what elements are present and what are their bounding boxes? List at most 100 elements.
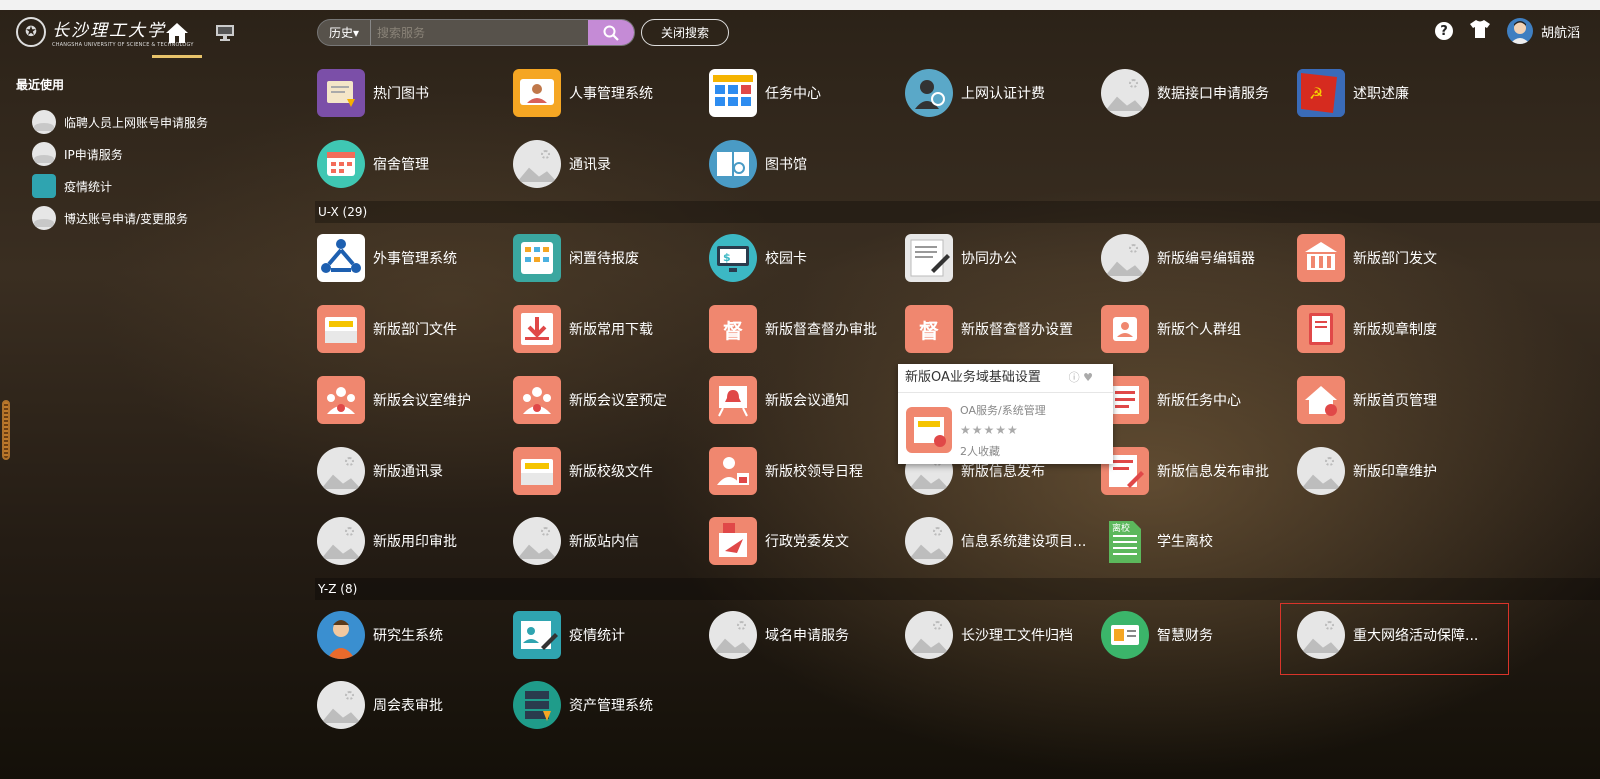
- app-tile[interactable]: 行政党委发文: [709, 517, 899, 565]
- monitor-icon: [216, 24, 234, 41]
- placeholder-image-icon: [709, 611, 757, 659]
- app-label: 新版首页管理: [1353, 393, 1437, 409]
- party-dispatch-icon: [709, 517, 757, 565]
- app-label: 数据接口申请服务: [1157, 86, 1269, 102]
- app-tile[interactable]: 闲置待报废: [513, 234, 703, 282]
- app-label: 新版部门发文: [1353, 251, 1437, 267]
- student-leave-icon: 离校: [1101, 517, 1149, 565]
- app-label: 外事管理系统: [373, 251, 457, 267]
- idle-list-icon: [513, 234, 561, 282]
- app-label: 长沙理工文件归档: [961, 628, 1073, 644]
- home-nav-button[interactable]: [152, 10, 202, 58]
- search-bar: 历史▾: [317, 19, 635, 46]
- username[interactable]: 胡航滔: [1541, 22, 1580, 41]
- app-tile[interactable]: 离校 学生离校: [1101, 517, 1291, 565]
- placeholder-image-icon: [317, 517, 365, 565]
- app-label: 新版会议室维护: [373, 393, 471, 409]
- recent-item-label: IP申请服务: [64, 147, 123, 162]
- heart-icon[interactable]: ♥: [1083, 371, 1093, 384]
- supervision-settings-icon: 督: [905, 305, 953, 353]
- app-tooltip: 新版OA业务域基础设置 ⓘ ♥ OA服务/系统管理 ★★★★★ 2人收藏: [898, 364, 1113, 464]
- app-tile[interactable]: 智慧财务: [1101, 611, 1291, 659]
- close-search-button[interactable]: 关闭搜索: [641, 19, 729, 46]
- app-label: 上网认证计费: [961, 86, 1045, 102]
- theme-shirt-icon[interactable]: [1469, 19, 1491, 43]
- app-tile[interactable]: 新版校级文件: [513, 447, 703, 495]
- desktop-nav-button[interactable]: [210, 10, 240, 55]
- foreign-affairs-icon: [317, 234, 365, 282]
- app-tile[interactable]: 新版会议室预定: [513, 376, 703, 424]
- library-icon: [709, 140, 757, 188]
- app-tile[interactable]: 新版通讯录: [317, 447, 507, 495]
- section-header-yz: Y-Z (8): [315, 578, 1600, 600]
- app-tile[interactable]: 新版部门文件: [317, 305, 507, 353]
- rating-stars[interactable]: ★★★★★: [960, 423, 1019, 437]
- search-icon: [603, 25, 619, 41]
- recent-item-label: 临聘人员上网账号申请服务: [64, 115, 209, 130]
- user-avatar[interactable]: [1506, 18, 1533, 44]
- app-tile[interactable]: 研究生系统: [317, 611, 507, 659]
- homepage-manage-icon: [1297, 376, 1345, 424]
- search-input[interactable]: [371, 20, 588, 45]
- app-tile[interactable]: 新版个人群组: [1101, 305, 1291, 353]
- app-tile[interactable]: 新版任务中心: [1101, 376, 1291, 424]
- app-tile[interactable]: 新版站内信: [513, 517, 703, 565]
- app-tile[interactable]: 新版会议室维护: [317, 376, 507, 424]
- app-tile[interactable]: 宿舍管理: [317, 140, 507, 188]
- app-tile[interactable]: 人事管理系统: [513, 69, 703, 117]
- app-tile[interactable]: 协同办公: [905, 234, 1095, 282]
- app-label: 热门图书: [373, 86, 429, 102]
- help-icon[interactable]: ?: [1434, 22, 1453, 40]
- placeholder-image-icon: [1101, 234, 1149, 282]
- recent-item[interactable]: 疫情统计: [32, 170, 208, 202]
- calendar-icon: [317, 140, 365, 188]
- app-tile[interactable]: 热门图书: [317, 69, 507, 117]
- app-tile[interactable]: 资产管理系统: [513, 681, 703, 729]
- meeting-room-book-icon: [513, 376, 561, 424]
- app-tile[interactable]: $ 校园卡: [709, 234, 899, 282]
- app-tile[interactable]: 新版印章维护: [1297, 447, 1487, 495]
- app-tile[interactable]: 任务中心: [709, 69, 899, 117]
- app-tile[interactable]: 新版首页管理: [1297, 376, 1487, 424]
- search-button[interactable]: [588, 20, 634, 45]
- app-tile[interactable]: 新版校领导日程: [709, 447, 899, 495]
- app-tile[interactable]: 新版会议通知: [709, 376, 899, 424]
- app-tile[interactable]: 新版部门发文: [1297, 234, 1487, 282]
- app-tile[interactable]: 图书馆: [709, 140, 899, 188]
- recent-item[interactable]: IP申请服务: [32, 138, 208, 170]
- app-tile[interactable]: 新版常用下载: [513, 305, 703, 353]
- recent-item[interactable]: 临聘人员上网账号申请服务: [32, 106, 208, 138]
- app-label: 学生离校: [1157, 534, 1213, 550]
- app-tile[interactable]: 新版用印审批: [317, 517, 507, 565]
- app-tile[interactable]: 数据接口申请服务: [1101, 69, 1291, 117]
- app-tile[interactable]: 新版规章制度: [1297, 305, 1487, 353]
- oa-settings-icon: [906, 407, 952, 453]
- app-tile[interactable]: 信息系统建设项目...: [905, 517, 1095, 565]
- tooltip-title-bar: 新版OA业务域基础设置 ⓘ ♥: [898, 364, 1113, 393]
- app-tile[interactable]: 通讯录: [513, 140, 703, 188]
- app-tile[interactable]: 新版编号编辑器: [1101, 234, 1291, 282]
- app-label: 信息系统建设项目...: [961, 534, 1087, 550]
- app-tile[interactable]: 疫情统计: [513, 611, 703, 659]
- svg-text:☭: ☭: [1309, 84, 1323, 103]
- recent-item[interactable]: 博达账号申请/变更服务: [32, 202, 208, 234]
- app-tile[interactable]: 督 新版督查督办设置: [905, 305, 1095, 353]
- left-scroll-handle[interactable]: [2, 400, 10, 460]
- app-label: 新版会议通知: [765, 393, 849, 409]
- placeholder-image-icon: [317, 681, 365, 729]
- recent-item-label: 疫情统计: [64, 179, 113, 194]
- app-tile[interactable]: 督 新版督查督办审批: [709, 305, 899, 353]
- info-icon[interactable]: ⓘ: [1069, 371, 1080, 384]
- app-tile[interactable]: 外事管理系统: [317, 234, 507, 282]
- app-label: 新版督查督办审批: [765, 322, 877, 338]
- app-label: 新版通讯录: [373, 464, 443, 480]
- app-tile[interactable]: 周会表审批: [317, 681, 507, 729]
- app-tile[interactable]: 长沙理工文件归档: [905, 611, 1095, 659]
- app-tile[interactable]: ☭ 述职述廉: [1297, 69, 1487, 117]
- app-tile[interactable]: 上网认证计费: [905, 69, 1095, 117]
- app-label: 图书馆: [765, 157, 807, 173]
- app-tile[interactable]: 新版信息发布审批: [1101, 447, 1291, 495]
- app-tile[interactable]: 域名申请服务: [709, 611, 899, 659]
- history-dropdown[interactable]: 历史▾: [318, 20, 371, 45]
- placeholder-image-icon: [905, 611, 953, 659]
